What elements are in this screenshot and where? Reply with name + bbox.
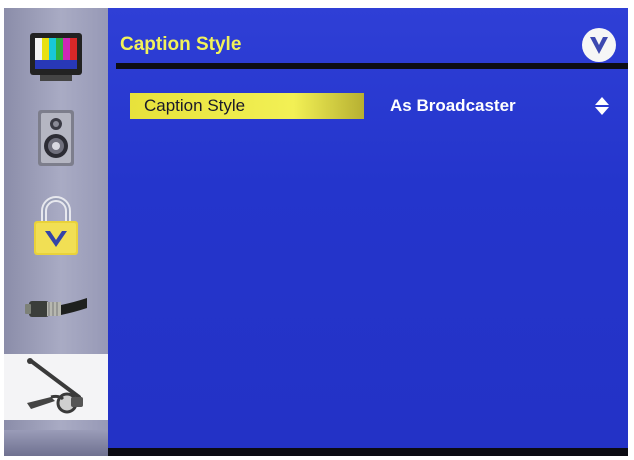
- sidebar: [4, 8, 108, 456]
- caption-style-label[interactable]: Caption Style: [130, 93, 364, 119]
- sidebar-item-input[interactable]: [4, 272, 108, 344]
- caption-style-value[interactable]: As Broadcaster: [390, 96, 516, 116]
- sidebar-item-picture[interactable]: [4, 22, 108, 94]
- sidebar-item-parental[interactable]: [4, 190, 108, 262]
- page-title: Caption Style: [120, 34, 242, 55]
- speaker-icon: [38, 110, 74, 166]
- sidebar-item-audio[interactable]: [4, 102, 108, 174]
- tv-color-bars-icon: [30, 33, 82, 81]
- padlock-icon: [34, 196, 78, 255]
- up-down-arrows-icon[interactable]: [594, 96, 610, 116]
- sidebar-footer: [4, 430, 108, 456]
- tv-screen: Caption Style Caption Style As Broadcast…: [4, 8, 628, 456]
- wrench-tools-icon: [27, 358, 83, 414]
- sidebar-item-setup[interactable]: [4, 354, 108, 420]
- header-divider: [116, 63, 628, 69]
- coax-cable-icon: [25, 298, 87, 317]
- vizio-v-logo-icon: [582, 28, 616, 62]
- bottom-bar: [108, 448, 628, 456]
- menu-panel: Caption Style Caption Style As Broadcast…: [108, 8, 628, 448]
